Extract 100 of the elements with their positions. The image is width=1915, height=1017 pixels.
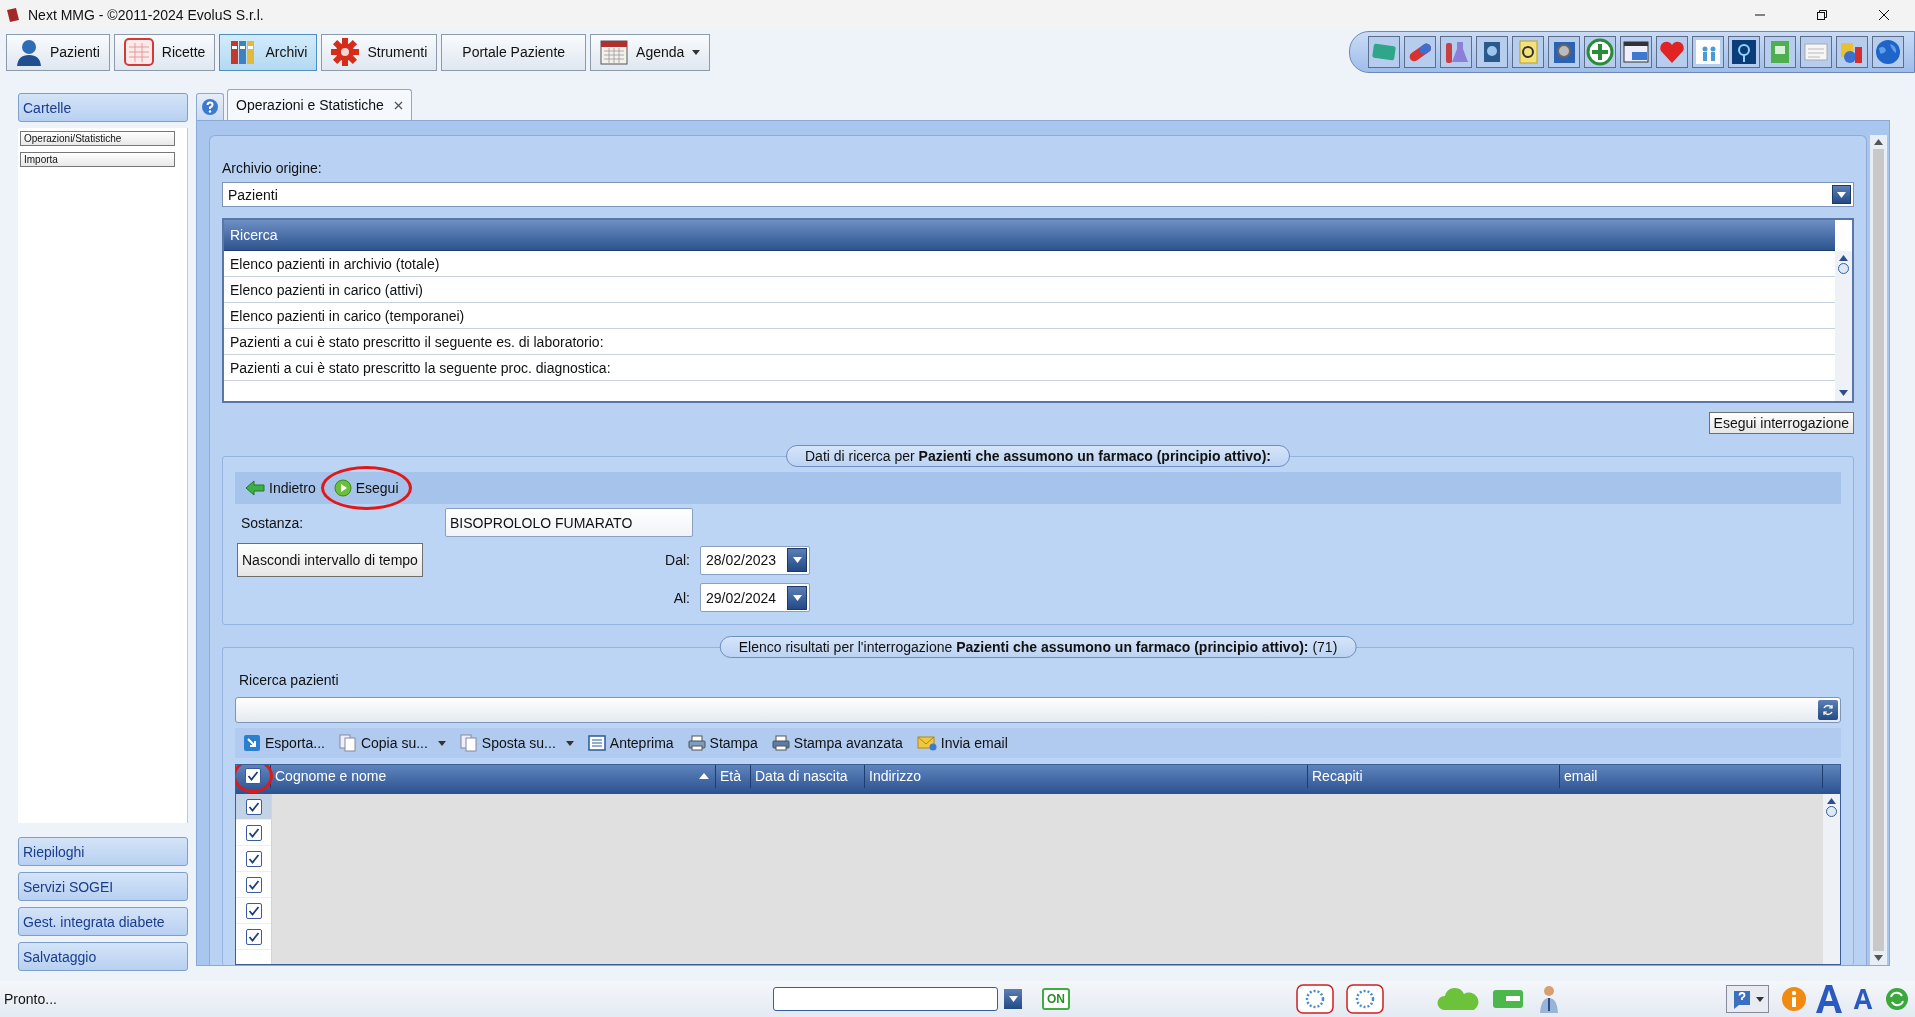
- toolbar-button[interactable]: Stampa: [687, 735, 758, 751]
- sidebar-item[interactable]: Operazioni/Statistiche: [20, 131, 175, 146]
- toolbar-button[interactable]: Stampa avanzata: [771, 735, 903, 751]
- hide-time-range-button[interactable]: Nascondi intervallo di tempo: [237, 543, 423, 577]
- checkmark-icon: [247, 930, 260, 943]
- scroll-thumb[interactable]: [1838, 263, 1849, 274]
- toolbar-button[interactable]: Ricette: [113, 33, 216, 71]
- window-title: Next MMG - ©2011-2024 EvoluS S.r.l.: [28, 7, 264, 23]
- sidebar-item[interactable]: Importa: [20, 152, 175, 167]
- status-dropdown[interactable]: [773, 987, 998, 1011]
- arrow-down-icon[interactable]: [1874, 955, 1883, 961]
- close-icon[interactable]: [1878, 9, 1890, 21]
- caret-icon: [792, 557, 802, 563]
- tab[interactable]: Operazioni e Statistiche: [227, 89, 412, 120]
- scroll-thumb[interactable]: [1873, 149, 1884, 951]
- caret-icon: [1756, 996, 1764, 1002]
- help-button[interactable]: [1726, 985, 1769, 1013]
- pill-icon[interactable]: [1404, 36, 1436, 68]
- globe-icon[interactable]: [1872, 36, 1904, 68]
- column-header[interactable]: Data di nascita: [751, 765, 865, 788]
- toolbar-button[interactable]: Esporta...: [243, 734, 325, 752]
- page-icon[interactable]: [1800, 36, 1832, 68]
- card-icon[interactable]: [1368, 36, 1400, 68]
- document-icon[interactable]: [1764, 36, 1796, 68]
- column-header[interactable]: Età: [716, 765, 751, 788]
- person-icon: [16, 38, 42, 66]
- run-query-button[interactable]: Esegui interrogazione: [1708, 412, 1854, 434]
- checkmark-icon: [247, 878, 260, 891]
- arrow-up-icon[interactable]: [1839, 255, 1848, 261]
- card-icon[interactable]: [1492, 987, 1524, 1011]
- toolbar-button[interactable]: Invia email: [916, 735, 1008, 751]
- scroll-thumb[interactable]: [1826, 806, 1837, 817]
- connection-badge[interactable]: ON: [1042, 988, 1070, 1010]
- help-icon: [1731, 988, 1753, 1010]
- toolbar-button[interactable]: Sposta su...: [459, 734, 574, 752]
- date-field[interactable]: 28/02/2023: [700, 545, 810, 575]
- large-font-icon[interactable]: [1815, 984, 1843, 1014]
- toolbar-button[interactable]: Esegui: [333, 479, 399, 497]
- column-header[interactable]: Indirizzo: [865, 765, 1308, 788]
- toolbar-button[interactable]: Indietro: [245, 480, 316, 496]
- sidebar-section[interactable]: Salvataggio: [18, 942, 188, 971]
- column-header[interactable]: Recapiti: [1308, 765, 1560, 788]
- column-header[interactable]: email: [1560, 765, 1823, 788]
- sidebar-section[interactable]: Gest. integrata diabete: [18, 907, 188, 936]
- list-item[interactable]: Pazienti a cui è stato prescritto il seguente es. di laboratorio:: [224, 329, 1835, 355]
- sidebar-header[interactable]: Cartelle: [18, 93, 188, 122]
- toolbar-button[interactable]: Archivi: [219, 33, 318, 71]
- flask-icon[interactable]: [1440, 36, 1472, 68]
- toolbar-button[interactable]: Portale Paziente: [441, 33, 587, 71]
- calendar-icon: [600, 38, 629, 66]
- toolbar-button[interactable]: Copia su...: [338, 734, 446, 752]
- ring-icon[interactable]: [1296, 984, 1334, 1014]
- printer-icon: [687, 735, 706, 751]
- dropdown-button[interactable]: [1004, 989, 1022, 1009]
- small-font-icon[interactable]: [1853, 988, 1873, 1010]
- scrollbar[interactable]: [1823, 794, 1840, 964]
- list-item[interactable]: Pazienti a cui è stato prescritto la seguente proc. diagnostica:: [224, 355, 1835, 381]
- substance-field[interactable]: BISOPROLOLO FUMARATO: [445, 508, 693, 537]
- list-item[interactable]: Elenco pazienti in carico (temporanei): [224, 303, 1835, 329]
- arrow-up-icon[interactable]: [1874, 139, 1883, 145]
- sidebar-section[interactable]: Servizi SOGEI: [18, 872, 188, 901]
- field-label: Sostanza:: [240, 514, 305, 531]
- checkbox[interactable]: [245, 798, 262, 815]
- list-item[interactable]: Elenco pazienti in carico (attivi): [224, 277, 1835, 303]
- arrow-up-icon[interactable]: [1827, 798, 1836, 804]
- window-icon[interactable]: [1620, 36, 1652, 68]
- toolbar-button[interactable]: Anteprima: [587, 735, 674, 751]
- checkbox[interactable]: [245, 928, 262, 945]
- archive-dropdown[interactable]: Pazienti: [222, 182, 1854, 207]
- list-item[interactable]: Elenco pazienti in archivio (totale): [224, 251, 1835, 277]
- checkmark-icon: [247, 852, 260, 865]
- checkbox[interactable]: [245, 768, 261, 785]
- printer-icon: [771, 735, 790, 751]
- toolbar-button[interactable]: Pazienti: [6, 33, 110, 71]
- close-icon[interactable]: [393, 100, 403, 110]
- sidebar-section[interactable]: Riepiloghi: [18, 837, 188, 866]
- head-icon[interactable]: [1476, 36, 1508, 68]
- column-header[interactable]: Cognome e nome: [271, 765, 716, 788]
- gear-icon[interactable]: [1548, 36, 1580, 68]
- ring-icon[interactable]: [1346, 984, 1384, 1014]
- date-field[interactable]: 29/02/2024: [700, 583, 810, 612]
- toolbar-button[interactable]: Agenda: [590, 33, 711, 71]
- arrow-down-icon[interactable]: [1839, 390, 1848, 396]
- checkbox[interactable]: [245, 876, 262, 893]
- patient-search-field[interactable]: [235, 697, 1841, 723]
- people-chart-icon[interactable]: [1692, 36, 1724, 68]
- checkbox[interactable]: [245, 850, 262, 867]
- scrollbar[interactable]: [1870, 135, 1887, 965]
- checkmark-icon: [247, 826, 260, 839]
- prescription-icon: [123, 38, 154, 66]
- checkbox[interactable]: [245, 824, 262, 841]
- help-tab[interactable]: [196, 93, 224, 120]
- checkbox[interactable]: [245, 902, 262, 919]
- scrollbar[interactable]: [1835, 251, 1852, 401]
- refresh-icon[interactable]: [1821, 703, 1835, 717]
- doctor-icon[interactable]: [1538, 985, 1560, 1013]
- caret-icon: [1837, 191, 1846, 198]
- restore-icon[interactable]: [1816, 9, 1828, 21]
- toolbar-button[interactable]: Strumenti: [321, 33, 438, 71]
- plus-icon[interactable]: [1584, 36, 1616, 68]
